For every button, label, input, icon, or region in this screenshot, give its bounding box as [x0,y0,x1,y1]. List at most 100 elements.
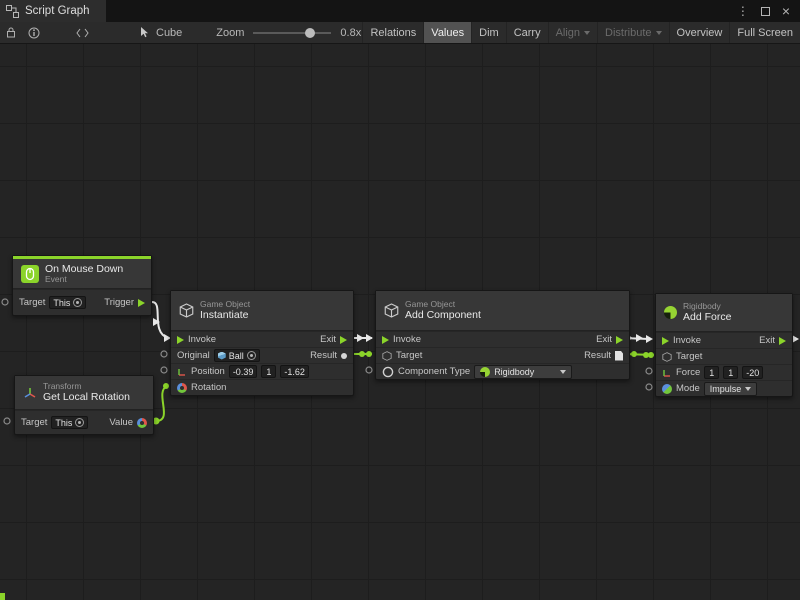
lock-icon[interactable] [0,22,22,43]
position-port[interactable] [161,367,167,373]
target-port[interactable] [648,352,654,358]
mode-label: Mode [676,383,700,394]
wire-value-to-rotation[interactable] [156,386,167,421]
original-value: Ball [229,351,244,361]
exit-port-icon[interactable] [616,336,623,344]
port-row: Target This Value [15,410,153,434]
value-dot-icon [631,351,637,357]
node-category: Game Object [200,300,250,310]
port-row: Invoke Exit [376,331,629,347]
zoom-value: 0.8x [340,27,361,39]
node-get-local-rotation[interactable]: Transform Get Local Rotation Target This… [14,375,154,435]
wire-arrow-icon [636,334,643,342]
node-title: Add Force [683,311,731,323]
mode-port[interactable] [646,384,652,390]
transform-icon [23,386,37,400]
info-icon[interactable] [22,22,46,43]
full-screen-button[interactable]: Full Screen [729,22,800,43]
carry-button[interactable]: Carry [506,22,548,43]
target-label: Target [676,351,702,362]
title-bar: Script Graph ⋮ × [0,0,800,22]
node-add-force[interactable]: Rigidbody Add Force Invoke Exit Target F… [655,293,793,397]
relations-button[interactable]: Relations [362,22,423,43]
align-button[interactable]: Align [548,22,597,43]
position-y-field[interactable]: 1 [261,365,276,378]
component-type-port[interactable] [366,367,372,373]
result-port-icon[interactable] [615,351,623,361]
trigger-port-icon[interactable] [138,299,145,307]
tab-script-graph[interactable]: Script Graph [0,0,106,22]
exit-label: Exit [320,334,336,345]
result-port-icon[interactable] [341,353,347,359]
code-icon[interactable] [70,22,95,43]
cube-icon [384,303,399,318]
rotation-port[interactable] [163,383,169,389]
original-port[interactable] [161,351,167,357]
axes-icon [177,367,187,377]
target-port[interactable] [366,351,372,357]
zoom-slider[interactable] [253,32,331,34]
node-on-mouse-down[interactable]: On Mouse Down Event Target This Trigger [12,255,152,316]
zoom-label: Zoom [216,27,244,39]
dim-button[interactable]: Dim [471,22,506,43]
node-category: Transform [43,382,130,392]
values-button[interactable]: Values [423,22,471,43]
cube-icon [179,303,194,318]
target-port[interactable] [2,299,8,305]
menu-icon[interactable]: ⋮ [737,5,749,17]
node-instantiate[interactable]: Game Object Instantiate Invoke Exit Orig… [170,290,354,396]
maximize-icon[interactable] [761,7,770,16]
zoom-slider-knob[interactable] [305,28,315,38]
rigidbody-icon [664,306,677,319]
position-z-field[interactable]: -1.62 [280,365,309,378]
port-row: Invoke Exit [656,332,792,348]
invoke-port-icon[interactable] [177,336,184,344]
force-y-field[interactable]: 1 [723,366,738,379]
object-picker-icon[interactable] [73,298,82,307]
tab-title: Script Graph [25,5,90,17]
target-object-field[interactable]: This [49,296,86,309]
axes-icon [662,368,672,378]
exit-port-icon[interactable] [340,336,347,344]
target-port[interactable] [4,418,10,424]
object-picker-icon[interactable] [247,351,256,360]
node-add-component[interactable]: Game Object Add Component Invoke Exit Ta… [375,290,630,380]
distribute-button[interactable]: Distribute [597,22,668,43]
invoke-port-icon[interactable] [662,337,669,345]
node-header: Rigidbody Add Force [656,294,792,332]
trigger-label: Trigger [104,297,134,308]
invoke-label: Invoke [393,334,421,345]
game-object-icon [662,352,672,362]
graph-toolbar: Cube Zoom 0.8x Relations Values Dim Carr… [0,22,800,44]
script-graph-icon [6,5,19,18]
invoke-port-icon[interactable] [382,336,389,344]
value-label: Value [109,417,133,428]
prefab-icon [218,352,226,360]
offscreen-node-fragment [0,593,5,600]
close-icon[interactable]: × [782,4,790,18]
graph-canvas[interactable]: On Mouse Down Event Target This Trigger … [0,44,800,600]
component-type-dropdown[interactable]: Rigidbody [474,365,572,379]
exit-port-icon[interactable] [779,337,786,345]
game-object-icon [382,351,392,361]
wire-arrow-icon [366,334,373,342]
node-title: Get Local Rotation [43,391,130,403]
invoke-label: Invoke [188,334,216,345]
graph-name: Cube [156,27,182,39]
original-object-field[interactable]: Ball [214,349,260,362]
mode-dropdown[interactable]: Impulse [704,382,758,396]
toolbar-right-group: Relations Values Dim Carry Align Distrib… [362,22,800,43]
port-row: Target Result [376,347,629,363]
object-picker-icon[interactable] [75,418,84,427]
position-x-field[interactable]: -0.39 [229,365,258,378]
align-label: Align [556,27,580,39]
port-row: Target This Trigger [13,289,151,315]
distribute-label: Distribute [605,27,651,39]
force-x-field[interactable]: 1 [704,366,719,379]
rotation-label: Rotation [191,382,226,393]
overview-button[interactable]: Overview [669,22,730,43]
target-object-field[interactable]: This [51,416,88,429]
force-z-field[interactable]: -20 [742,366,763,379]
force-port[interactable] [646,368,652,374]
invoke-label: Invoke [673,335,701,346]
